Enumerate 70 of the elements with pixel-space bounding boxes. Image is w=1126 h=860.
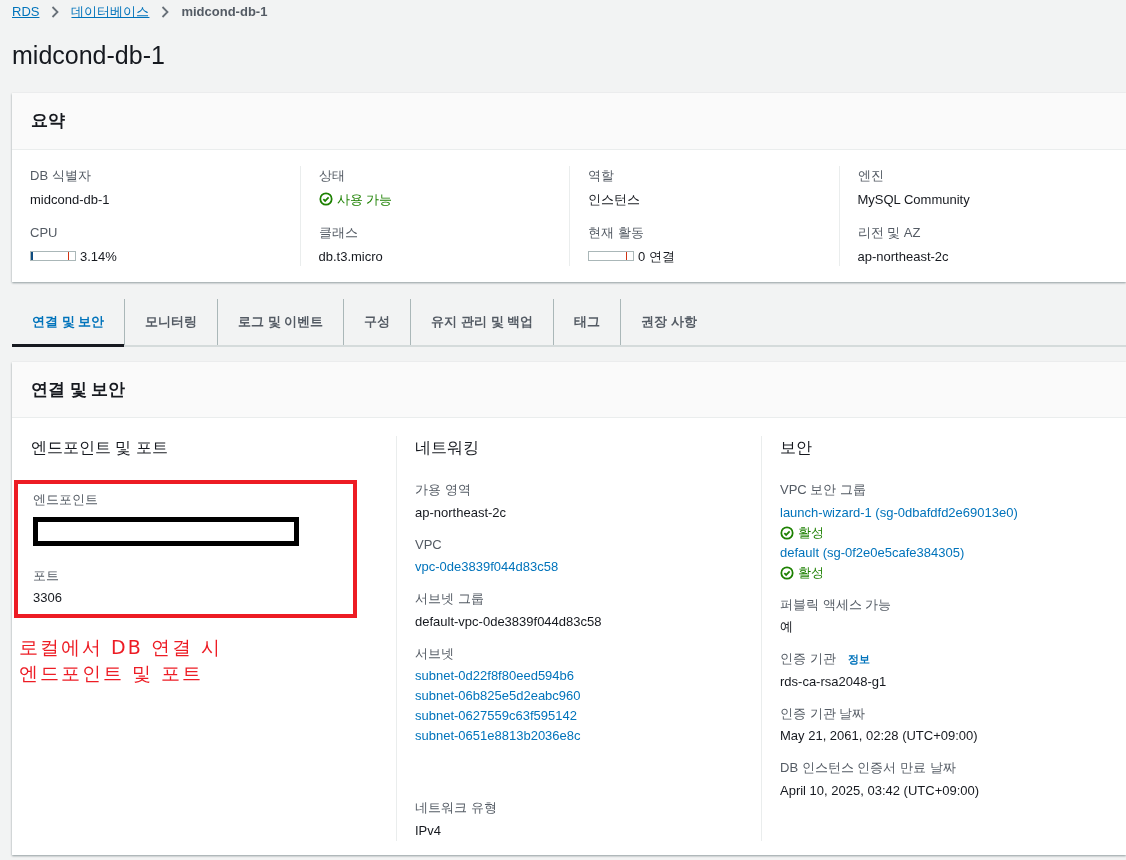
field-value: db.t3.micro [318,247,384,266]
tab[interactable]: 모니터링 [125,299,218,347]
field-label: 리전 및 AZ [857,224,922,242]
field-value: 3306 [33,589,63,607]
annotation-text: 로컬에서 DB 연결 시 [19,635,223,660]
resource-link[interactable]: subnet-0d22f8f80eed594b6 [415,666,575,686]
field-label: 현재 활동 [588,224,645,242]
field-value: MySQL Community [857,190,971,209]
check-circle-icon [780,565,794,580]
field-label: VPC 보안 그룹 [780,481,866,499]
field-label: 서브넷 그룹 [415,590,484,608]
field-label: CPU [30,224,59,242]
status-text: 사용 가능 [336,190,393,209]
annotation-text: 엔드포인트 및 포트 [19,661,205,686]
tab[interactable]: 구성 [344,299,411,347]
resource-link[interactable]: subnet-0627559c63f595142 [415,706,577,726]
field-label: 상태 [318,167,346,185]
card-title: 연결 및 보안 [31,378,126,401]
field-label: 인증 기관 [780,650,836,668]
field-label: 네트워크 유형 [415,799,497,817]
column-heading: 엔드포인트 및 포트 [31,438,169,458]
field-label: 서브넷 [415,644,454,663]
chevron-right-icon [51,6,60,18]
tab[interactable]: 로그 및 이벤트 [218,299,344,347]
field-label: DB 인스턴스 인증서 만료 날짜 [780,759,956,777]
resource-link[interactable]: subnet-06b825e5d2eabc960 [415,686,581,706]
field-value: ap-northeast-2c [857,247,950,266]
field-label: 클래스 [318,224,359,242]
resource-link[interactable]: launch-wizard-1 (sg-0dbafdfd2e69013e0) [780,502,1018,523]
field-value: midcond-db-1 [30,190,111,209]
tab[interactable]: 태그 [554,299,621,347]
column-heading: 네트워킹 [415,438,480,458]
field-value: May 21, 2061, 02:28 (UTC+09:00) [780,727,979,745]
field-label: DB 식별자 [30,167,92,185]
meter-reading: 3.14% [80,247,117,266]
field-value: 인스턴스 [588,190,641,209]
check-circle-icon [318,192,333,207]
field-value: default-vpc-0de3839f044d83c58 [415,612,603,631]
field-label: 엔진 [857,167,885,185]
field-label: VPC [415,535,442,554]
field-value: 예 [780,618,794,636]
status-text: 활성 [798,563,824,582]
field-value: ap-northeast-2c [415,503,508,522]
field-label: 포트 [33,566,59,585]
field-value: IPv4 [415,821,442,840]
chevron-right-icon [161,6,170,18]
breadcrumb-link[interactable]: RDS [12,2,40,22]
tab[interactable]: 유지 관리 및 백업 [411,299,554,347]
breadcrumb-current: midcond-db-1 [181,3,268,22]
field-label: 엔드포인트 [33,491,98,509]
field-value: rds-ca-rsa2048-g1 [780,672,888,691]
resource-link[interactable]: default (sg-0f2e0e5cafe384305) [780,542,965,563]
info-link[interactable]: 정보 [847,650,870,667]
page-title: midcond-db-1 [11,40,166,71]
field-label: 역할 [588,167,615,185]
column-heading: 보안 [780,438,813,458]
meter-reading: 0 연결 [638,247,675,266]
field-label: 가용 영역 [415,481,471,499]
breadcrumb-link[interactable]: 데이터베이스 [71,2,150,22]
usage-meter [30,251,76,262]
resource-link[interactable]: subnet-0651e8813b2036e8c [415,726,581,746]
field-label: 퍼블릭 액세스 가능 [780,595,892,614]
field-value: April 10, 2025, 03:42 (UTC+09:00) [780,781,981,800]
resource-link[interactable]: vpc-0de3839f044d83c58 [415,557,559,577]
tab[interactable]: 연결 및 보안 [12,299,125,347]
field-label: 인증 기관 날짜 [780,704,866,723]
check-circle-icon [780,525,794,540]
status-text: 활성 [798,523,824,542]
tab[interactable]: 권장 사항 [621,299,717,347]
card-title: 요약 [31,110,65,133]
